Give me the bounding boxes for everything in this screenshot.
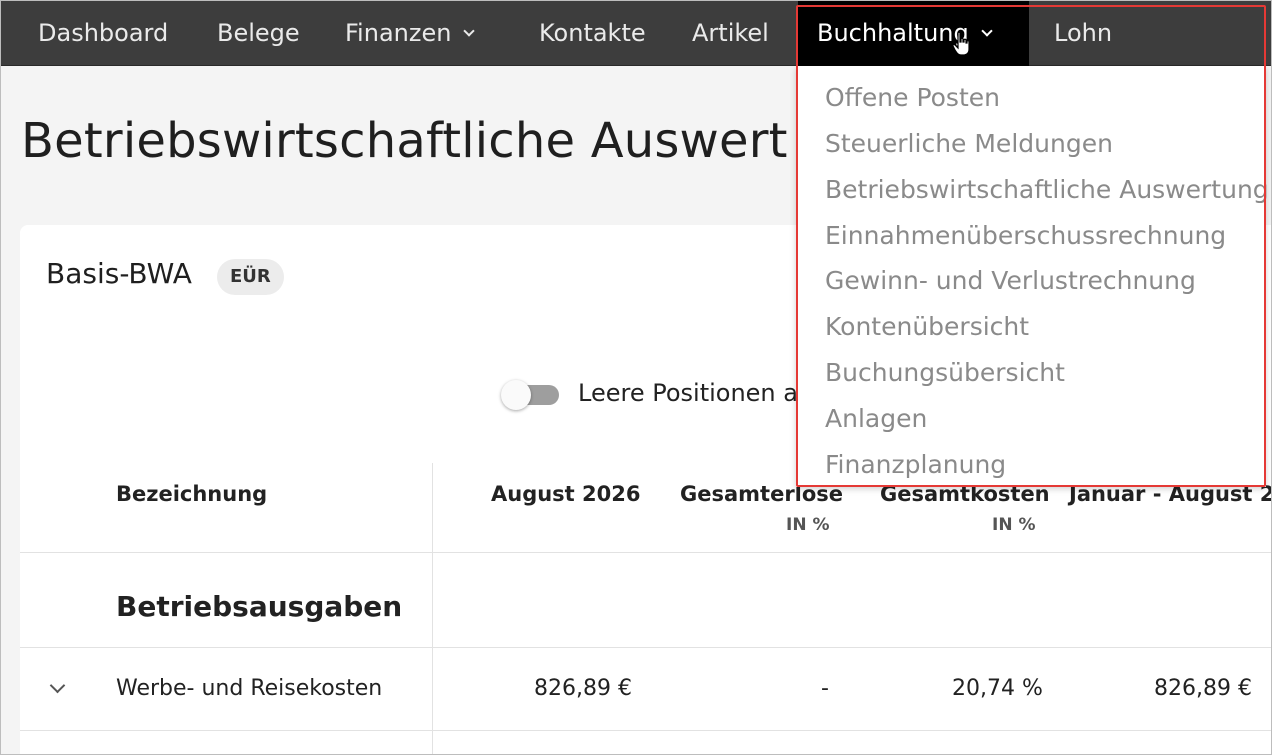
column-subheader-pct: IN % [992, 515, 1036, 535]
nav-item-artikel[interactable]: Artikel [692, 1, 769, 66]
menu-item-guv[interactable]: Gewinn- und Verlustrechnung [825, 266, 1196, 295]
column-header-august[interactable]: August 2026 [491, 482, 640, 506]
empty-positions-toggle[interactable] [501, 380, 559, 410]
cell-erloese-pct: - [821, 676, 829, 701]
top-navigation: Dashboard Belege Finanzen Kontakte Artik… [1, 1, 1271, 66]
hand-cursor-icon [952, 31, 970, 56]
menu-item-buchungsuebersicht[interactable]: Buchungsübersicht [825, 358, 1065, 387]
nav-item-finanzen[interactable]: Finanzen [345, 1, 476, 66]
page-title: Betriebswirtschaftliche Auswert [21, 113, 788, 169]
row-divider [20, 730, 1271, 731]
column-subheader-pct: IN % [786, 515, 830, 535]
toggle-knob [501, 380, 531, 410]
menu-item-offene-posten[interactable]: Offene Posten [825, 83, 1000, 112]
nav-item-label: Buchhaltung [817, 19, 969, 47]
row-divider [20, 552, 1271, 553]
menu-item-steuerliche-meldungen[interactable]: Steuerliche Meldungen [825, 129, 1113, 158]
column-divider [432, 463, 433, 754]
card-title: Basis-BWA [46, 257, 192, 290]
nav-item-belege[interactable]: Belege [217, 1, 300, 66]
nav-item-kontakte[interactable]: Kontakte [539, 1, 646, 66]
chevron-down-icon [463, 25, 476, 37]
nav-item-lohn[interactable]: Lohn [1054, 1, 1112, 66]
cell-ytd: 826,89 € [1154, 676, 1252, 701]
cell-month: 826,89 € [534, 676, 632, 701]
nav-item-dashboard[interactable]: Dashboard [38, 1, 168, 66]
expand-row-chevron-icon[interactable] [49, 677, 66, 694]
nav-item-label: Finanzen [345, 19, 452, 47]
toggle-label: Leere Positionen a [578, 379, 798, 407]
menu-item-kontenuebersicht[interactable]: Kontenübersicht [825, 312, 1029, 341]
nav-item-buchhaltung[interactable]: Buchhaltung [798, 1, 1029, 66]
section-title: Betriebsausgaben [116, 590, 403, 623]
menu-item-bwa[interactable]: Betriebswirtschaftliche Auswertung [825, 175, 1269, 204]
menu-item-anlagen[interactable]: Anlagen [825, 404, 927, 433]
menu-item-finanzplanung[interactable]: Finanzplanung [825, 450, 1006, 479]
chevron-down-icon [981, 25, 993, 37]
cell-kosten-pct: 20,74 % [952, 676, 1043, 701]
app-window: Dashboard Belege Finanzen Kontakte Artik… [0, 0, 1272, 755]
column-header-bezeichnung[interactable]: Bezeichnung [116, 482, 267, 506]
row-label: Werbe- und Reisekosten [116, 676, 383, 701]
buchhaltung-dropdown-menu: Offene Posten Steuerliche Meldungen Betr… [796, 66, 1269, 487]
status-badge: EÜR [217, 259, 284, 295]
row-divider [20, 647, 1271, 648]
menu-item-euer[interactable]: Einnahmenüberschussrechnung [825, 221, 1226, 250]
